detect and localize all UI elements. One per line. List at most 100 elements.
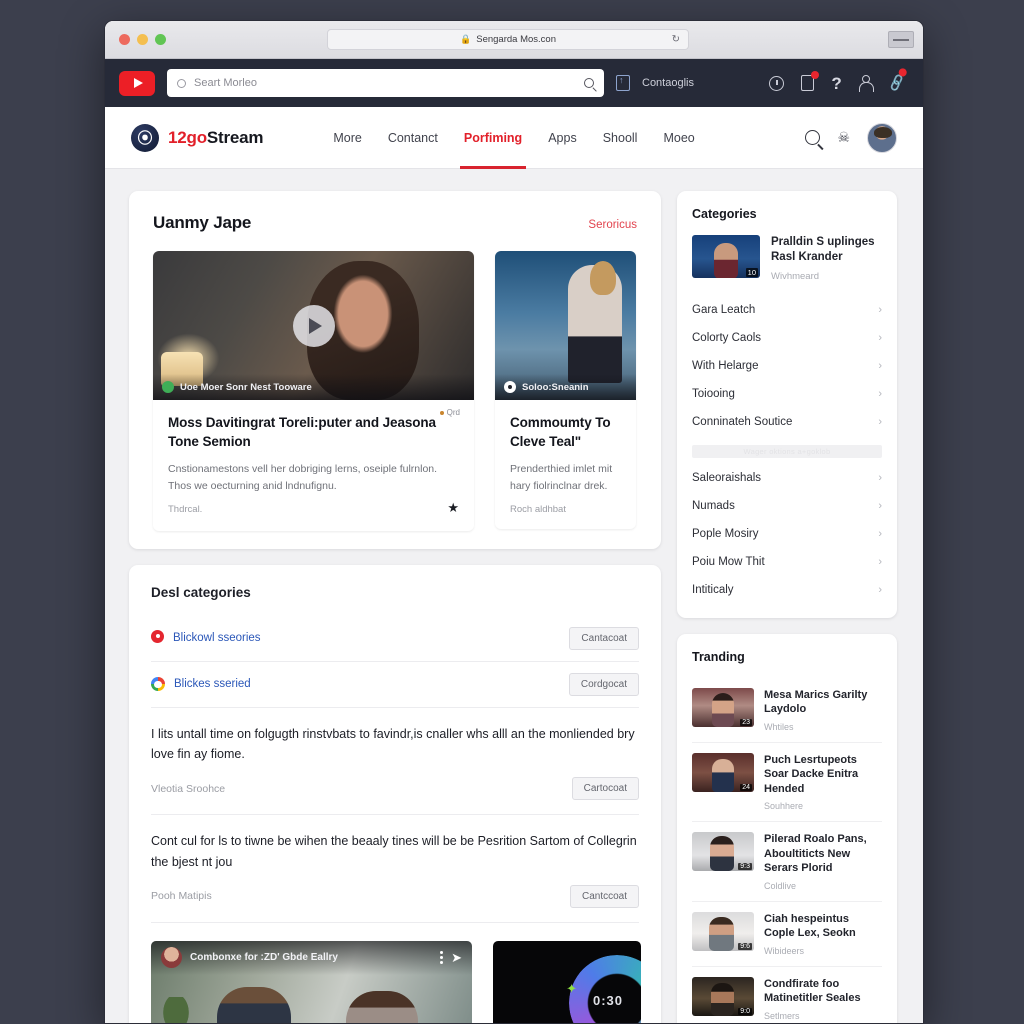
video-title[interactable]: Moss Davitingrat Toreli:puter and Jeason… [168, 414, 459, 451]
question-mark-icon[interactable]: ? [831, 75, 841, 92]
address-bar[interactable]: 🔒 Sengarda Mos.con ↻ [327, 29, 689, 50]
header-actions: ☠ [805, 122, 897, 153]
featured-more-link[interactable]: Seroricus [588, 219, 637, 231]
chevron-right-icon: › [878, 331, 882, 344]
featured-card: Uanmy Jape Seroricus Uoe Moer Sonr Nest … [129, 191, 661, 549]
chevron-right-icon: › [878, 527, 882, 540]
category-row-toiooing[interactable]: Toiooing › [692, 380, 882, 408]
close-window-button[interactable] [119, 34, 130, 45]
video-thumbnail[interactable]: Uoe Moer Sonr Nest Tooware [153, 251, 474, 400]
person-icon[interactable] [858, 75, 874, 92]
avatar [161, 947, 182, 969]
featured-category-title[interactable]: Pralldin S uplinges Rasl Krander [771, 235, 882, 266]
site-header: ⦿ 12goStream More Contanct Porfiming App… [105, 107, 923, 169]
minimize-window-button[interactable] [137, 34, 148, 45]
reload-icon[interactable]: ↻ [672, 34, 680, 45]
nav-item-apps[interactable]: Apps [548, 107, 577, 168]
upload-icon[interactable] [616, 75, 630, 91]
maximize-window-button[interactable] [155, 34, 166, 45]
share-arrow-icon[interactable]: ➤ [451, 950, 462, 966]
video-duration: 23 [740, 718, 752, 726]
video-duration: 10 [745, 268, 758, 277]
window-extra-button[interactable] [888, 31, 914, 48]
trending-item[interactable]: 24 Puch Lesrtupeots Soar Dacke Enitra He… [692, 743, 882, 823]
link-icon[interactable]: 🔗 [887, 67, 908, 94]
trending-item-meta: Coldlive [764, 880, 797, 891]
trending-item-title[interactable]: Mesa Marics Garilty Laydolo [764, 688, 882, 717]
list-item-label[interactable]: Blickowl sseories [173, 632, 261, 644]
video-title[interactable]: Commoumty To Cleve Teal" [510, 414, 621, 451]
category-row-colorty-caols[interactable]: Colorty Caols › [692, 324, 882, 352]
chevron-right-icon: › [878, 555, 882, 568]
more-vertical-icon[interactable] [440, 951, 444, 965]
trending-item-title[interactable]: Ciah hespeintus Cople Lex, Seokn [764, 912, 882, 941]
chevron-right-icon: › [878, 583, 882, 596]
nav-item-porfiming[interactable]: Porfiming [459, 107, 527, 169]
category-label: Numads [692, 499, 735, 512]
list-item-content: Blickes sseried [151, 677, 569, 692]
nav-item-contanct[interactable]: Contanct [388, 107, 438, 168]
trending-item-title[interactable]: Condfirate foo Matinetitler Seales [764, 977, 882, 1006]
window-controls[interactable] [119, 34, 166, 45]
trending-item[interactable]: 9:6 Ciah hespeintus Cople Lex, Seokn Wib… [692, 902, 882, 967]
avatar[interactable] [867, 122, 897, 153]
video-card-primary[interactable]: Uoe Moer Sonr Nest Tooware Qrd Moss Davi… [153, 251, 474, 531]
category-row-poiu-mow-thit[interactable]: Poiu Mow Thit › [692, 548, 882, 576]
video-thumbnail[interactable]: Soloo:Sneanin [495, 251, 636, 400]
trending-item[interactable]: 9:3 Pilerad Roalo Pans, Aboultiticts New… [692, 822, 882, 902]
thumbnail-caption-text: Soloo:Sneanin [522, 381, 589, 393]
play-button-icon[interactable] [292, 304, 335, 347]
featured-category-item[interactable]: 10 Pralldin S uplinges Rasl Krander Wivh… [692, 235, 882, 282]
search-input[interactable]: Seart Morleo [167, 69, 604, 97]
youtube-play-logo-icon[interactable] [119, 70, 155, 96]
category-row-gara-leatch[interactable]: Gara Leatch › [692, 296, 882, 324]
search-icon[interactable] [584, 78, 594, 88]
nav-item-moeo[interactable]: Moeo [663, 107, 694, 168]
contact-button[interactable]: Cartocoat [571, 777, 639, 801]
category-row-conninateh-soutice[interactable]: Conninateh Soutice › [692, 408, 882, 436]
category-label: Gara Leatch [692, 303, 756, 316]
video-thumbnail[interactable]: ✦ 0:30 [493, 940, 641, 1023]
trending-item-title[interactable]: Pilerad Roalo Pans, Aboultiticts New Ser… [764, 832, 882, 876]
trophy-icon[interactable]: ☠ [837, 129, 850, 146]
category-label: Saleoraishals [692, 471, 762, 484]
person-decoration [217, 986, 291, 1023]
contact-button[interactable]: Cantacoat [569, 626, 639, 650]
document-icon[interactable] [801, 71, 820, 91]
thumbnail-overlay: Combonxe for :ZD' Gbde Eallry ➤ [151, 940, 472, 975]
trending-item[interactable]: 9:0 Condfirate foo Matinetitler Seales S… [692, 967, 882, 1023]
trending-item-title[interactable]: Puch Lesrtupeots Soar Dacke Enitra Hende… [764, 753, 882, 797]
video-duration: 9:0 [738, 1007, 752, 1015]
category-label: Colorty Caols [692, 331, 762, 344]
clock-icon[interactable] [769, 75, 785, 91]
search-placeholder: Seart Morleo [194, 77, 257, 89]
thumbnail: 9:3 [692, 832, 754, 872]
search-icon[interactable] [805, 130, 821, 145]
category-row-saleoraishals[interactable]: Saleoraishals › [692, 464, 882, 492]
nav-item-shooll[interactable]: Shooll [603, 107, 638, 168]
category-row-numads[interactable]: Numads › [692, 492, 882, 520]
categories-title: Categories [692, 207, 757, 221]
video-card-secondary[interactable]: Soloo:Sneanin Commoumty To Cleve Teal" P… [495, 251, 636, 529]
star-icon[interactable]: ★ [447, 500, 459, 516]
contact-button[interactable]: Cantccoat [569, 884, 639, 908]
category-label: Conninateh Soutice [692, 415, 793, 428]
list-item[interactable]: Blickes sseried Cordgocat [151, 662, 639, 708]
paragraph-footer: Pooh Matipis Cantccoat [151, 884, 639, 908]
category-row-pople-mosiry[interactable]: Pople Mosiry › [692, 520, 882, 548]
contact-button[interactable]: Cordgocat [568, 672, 639, 696]
category-row-intiticaly[interactable]: Intiticaly › [692, 576, 882, 604]
list-item[interactable]: Blickowl sseories Cantacoat [151, 616, 639, 662]
video-meta: Thdrcal. [168, 503, 203, 515]
trending-item[interactable]: 23 Mesa Marics Garilty Laydolo Whtiles [692, 678, 882, 743]
list-item-content: Blickowl sseories [151, 630, 569, 646]
video-thumbnail[interactable]: Combonxe for :ZD' Gbde Eallry ➤ [151, 940, 472, 1023]
nav-item-more[interactable]: More [333, 107, 361, 168]
thumbnail-caption: Soloo:Sneanin [495, 374, 636, 400]
search-circle-icon [177, 78, 186, 88]
brand-logo[interactable]: ⦿ 12goStream [131, 123, 264, 152]
list-item-label[interactable]: Blickes sseried [174, 678, 251, 690]
category-row-with-helarge[interactable]: With Helarge › [692, 352, 882, 380]
video-duration: 24 [740, 783, 752, 791]
featured-category-text: Pralldin S uplinges Rasl Krander Wivhmea… [771, 235, 882, 282]
